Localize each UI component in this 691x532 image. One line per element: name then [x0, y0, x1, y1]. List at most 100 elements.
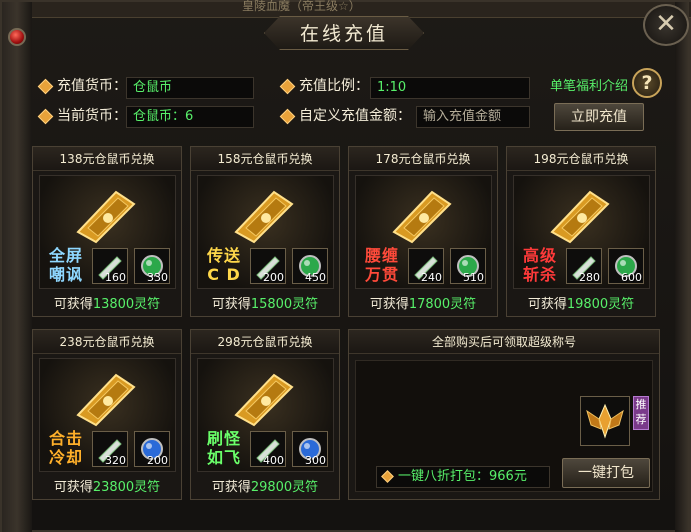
item-slot[interactable]: 300 — [292, 431, 328, 467]
custom-row: 自定义充值金额： — [279, 105, 411, 127]
item-count: 600 — [621, 271, 642, 284]
effect-tag-line: 刷怪 — [206, 429, 241, 448]
item-count: 400 — [263, 454, 284, 467]
exchange-card[interactable]: 238元仓鼠币兑换 合击 冷却 320 200 可获得23800灵符 — [32, 329, 182, 500]
item-slot[interactable]: 510 — [450, 248, 486, 284]
ratio-label: 充值比例： — [299, 78, 369, 94]
winged-emblem-icon — [586, 403, 624, 439]
card-art: 传送 C D 200 450 — [197, 175, 334, 289]
item-slot[interactable]: 330 — [134, 248, 170, 284]
diamond-bullet-icon — [279, 108, 296, 124]
effect-tag: 刷怪 如飞 — [202, 429, 246, 467]
recharge-window: 皇陵血魔（帝王级☆） 在线充值 ✕ 充值货币： 仓鼠币 当前货币： 仓鼠币：6 … — [0, 0, 691, 532]
right-ornament — [675, 2, 689, 532]
top-strip-text: 皇陵血魔（帝王级☆） — [242, 0, 361, 13]
reward-prefix: 可获得 — [211, 297, 251, 312]
effect-tag: 合击 冷却 — [44, 429, 88, 467]
card-title: 158元仓鼠币兑换 — [191, 147, 339, 171]
currency-row: 充值货币： — [37, 75, 127, 97]
effect-tag: 传送 C D — [202, 246, 246, 284]
exchange-card[interactable]: 198元仓鼠币兑换 高级 斩杀 280 600 可获得19800灵符 — [506, 146, 656, 317]
effect-tag-line: 传送 — [206, 246, 241, 265]
effect-tag-line: C D — [207, 265, 241, 284]
card-reward: 可获得17800灵符 — [349, 293, 497, 312]
ratio-row: 充值比例： — [279, 75, 369, 97]
gold-ticket-icon — [75, 190, 136, 244]
item-count: 240 — [421, 271, 442, 284]
item-slot[interactable]: 600 — [608, 248, 644, 284]
current-value: 仓鼠币：6 — [126, 106, 254, 128]
super-title-heading: 全部购买后可领取超级称号 — [349, 330, 659, 354]
ratio-value: 1:10 — [370, 77, 530, 99]
reward-amount: 15800灵符 — [250, 297, 319, 312]
diamond-bullet-icon — [279, 78, 296, 94]
reward-amount: 13800灵符 — [92, 297, 161, 312]
left-ornament — [2, 2, 32, 532]
reward-prefix: 可获得 — [53, 297, 93, 312]
custom-amount-input[interactable]: 输入充值金额 — [416, 106, 530, 128]
item-slot[interactable]: 200 — [250, 248, 286, 284]
card-title: 298元仓鼠币兑换 — [191, 330, 339, 354]
item-slot[interactable]: 280 — [566, 248, 602, 284]
card-reward: 可获得29800灵符 — [191, 476, 339, 495]
card-art: 合击 冷却 320 200 — [39, 358, 176, 472]
item-slot[interactable]: 450 — [292, 248, 328, 284]
diamond-bullet-icon — [37, 78, 54, 94]
currency-label: 充值货币： — [57, 78, 127, 94]
reward-prefix: 可获得 — [369, 297, 409, 312]
gold-ticket-icon — [75, 373, 136, 427]
effect-tag-line: 高级 — [522, 246, 557, 265]
reward-prefix: 可获得 — [527, 297, 567, 312]
card-art: 腰缠 万贯 240 510 — [355, 175, 492, 289]
card-art: 刷怪 如飞 400 300 — [197, 358, 334, 472]
exchange-card[interactable]: 178元仓鼠币兑换 腰缠 万贯 240 510 可获得17800灵符 — [348, 146, 498, 317]
custom-label: 自定义充值金额： — [299, 108, 411, 124]
top-strip: 皇陵血魔（帝王级☆） — [2, 0, 691, 18]
item-count: 450 — [305, 271, 326, 284]
item-slot[interactable]: 400 — [250, 431, 286, 467]
exchange-card[interactable]: 298元仓鼠币兑换 刷怪 如飞 400 300 可获得29800灵符 — [190, 329, 340, 500]
item-slot[interactable]: 160 — [92, 248, 128, 284]
super-title-item-slot[interactable] — [580, 396, 630, 446]
gold-ticket-icon — [233, 190, 294, 244]
item-slot[interactable]: 320 — [92, 431, 128, 467]
gold-ticket-icon — [391, 190, 452, 244]
diamond-bullet-icon — [381, 470, 394, 483]
package-button[interactable]: 一键打包 — [562, 458, 650, 488]
effect-tag-line: 万贯 — [364, 265, 399, 284]
exchange-card[interactable]: 138元仓鼠币兑换 全屏 嘲讽 160 330 可获得13800灵符 — [32, 146, 182, 317]
effect-tag: 全屏 嘲讽 — [44, 246, 88, 284]
exchange-card[interactable]: 158元仓鼠币兑换 传送 C D 200 450 可获得15800灵符 — [190, 146, 340, 317]
window-title: 在线充值 — [264, 16, 424, 50]
current-row: 当前货币： — [37, 105, 127, 127]
item-count: 320 — [105, 454, 126, 467]
effect-tag: 高级 斩杀 — [518, 246, 562, 284]
effect-tag-line: 嘲讽 — [48, 265, 83, 284]
effect-tag: 腰缠 万贯 — [360, 246, 404, 284]
card-title: 178元仓鼠币兑换 — [349, 147, 497, 171]
current-label: 当前货币： — [57, 108, 127, 124]
item-count: 200 — [263, 271, 284, 284]
card-title: 238元仓鼠币兑换 — [33, 330, 181, 354]
item-slot[interactable]: 240 — [408, 248, 444, 284]
red-gem-icon — [8, 28, 26, 46]
effect-tag-line: 斩杀 — [522, 265, 557, 284]
reward-amount: 19800灵符 — [566, 297, 635, 312]
gold-ticket-icon — [549, 190, 610, 244]
card-reward: 可获得15800灵符 — [191, 293, 339, 312]
item-count: 510 — [463, 271, 484, 284]
card-reward: 可获得23800灵符 — [33, 476, 181, 495]
recharge-button[interactable]: 立即充值 — [554, 103, 644, 131]
reward-prefix: 可获得 — [211, 480, 251, 495]
item-count: 330 — [147, 271, 168, 284]
card-title: 198元仓鼠币兑换 — [507, 147, 655, 171]
item-count: 200 — [147, 454, 168, 467]
item-count: 300 — [305, 454, 326, 467]
close-button[interactable]: ✕ — [643, 4, 689, 46]
help-icon[interactable]: ? — [632, 68, 662, 98]
card-title: 138元仓鼠币兑换 — [33, 147, 181, 171]
benefit-link[interactable]: 单笔福利介绍 — [550, 75, 628, 94]
card-reward: 可获得13800灵符 — [33, 293, 181, 312]
package-price: 一键八折打包：966元 — [376, 466, 550, 488]
item-slot[interactable]: 200 — [134, 431, 170, 467]
